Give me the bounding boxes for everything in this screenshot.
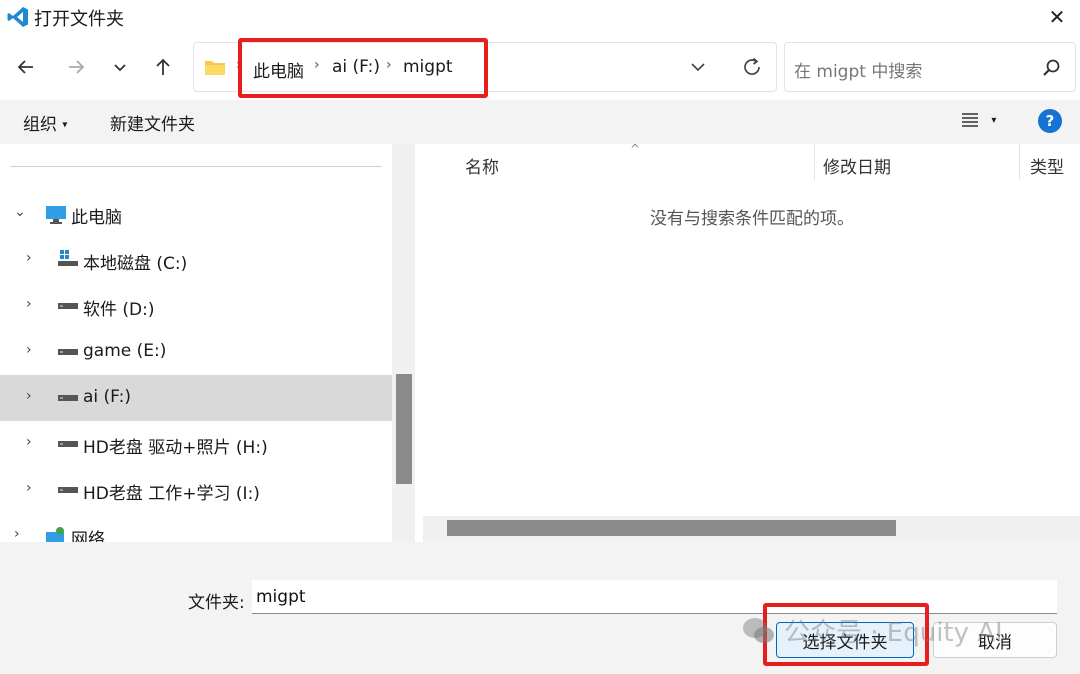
folder-label: 文件夹: bbox=[188, 593, 245, 613]
up-button[interactable] bbox=[146, 50, 180, 84]
view-options-button[interactable]: ▾ bbox=[960, 110, 996, 130]
tree-item-label: game (E:) bbox=[83, 341, 167, 361]
back-button[interactable] bbox=[9, 50, 43, 84]
organize-label: 组织 bbox=[23, 115, 57, 135]
help-button[interactable]: ? bbox=[1038, 109, 1062, 133]
refresh-icon[interactable] bbox=[740, 55, 764, 79]
pane-divider bbox=[10, 166, 382, 167]
chevron-right-icon[interactable]: › bbox=[26, 388, 32, 404]
column-header-type[interactable]: 类型 bbox=[1030, 153, 1064, 178]
tree-item-drive-h[interactable]: › HD老盘 驱动+照片 (H:) bbox=[0, 421, 392, 467]
tree-item-label: ai (F:) bbox=[83, 387, 131, 407]
title-bar: 打开文件夹 ✕ bbox=[0, 0, 1080, 34]
forward-button[interactable] bbox=[59, 50, 93, 84]
search-placeholder: 在 migpt 中搜索 bbox=[794, 62, 923, 82]
tree-item-label: HD老盘 驱动+照片 (H:) bbox=[83, 438, 268, 458]
tree-item-drive-c[interactable]: › 本地磁盘 (C:) bbox=[0, 237, 392, 283]
highlight-box-address bbox=[238, 38, 488, 98]
new-folder-button[interactable]: 新建文件夹 bbox=[110, 110, 195, 135]
navigation-pane: ⌄ 此电脑 › 本地磁盘 (C:) › 软件 (D:) › game (E:) … bbox=[0, 144, 415, 542]
chevron-right-icon[interactable]: › bbox=[26, 434, 32, 450]
tree-item-drive-d[interactable]: › 软件 (D:) bbox=[0, 283, 392, 329]
tree-item-this-pc[interactable]: ⌄ 此电脑 bbox=[0, 191, 392, 237]
tree-item-label: 软件 (D:) bbox=[83, 300, 155, 320]
tree-item-drive-e[interactable]: › game (E:) bbox=[0, 329, 392, 375]
windows-drive-icon bbox=[58, 250, 78, 266]
help-icon: ? bbox=[1045, 112, 1055, 130]
tree-item-label: HD老盘 工作+学习 (I:) bbox=[83, 484, 260, 504]
chevron-right-icon[interactable]: › bbox=[26, 250, 32, 266]
drive-icon bbox=[58, 303, 78, 309]
column-separator[interactable] bbox=[1019, 144, 1020, 180]
drive-icon bbox=[58, 441, 78, 447]
tree-item-label: 本地磁盘 (C:) bbox=[83, 254, 188, 274]
highlight-box-select bbox=[763, 603, 929, 666]
chevron-right-icon[interactable]: › bbox=[26, 342, 32, 358]
arrow-right-icon bbox=[69, 60, 85, 74]
caret-down-icon: ▾ bbox=[62, 119, 68, 131]
chevron-right-icon[interactable]: › bbox=[14, 526, 20, 542]
list-view-icon bbox=[962, 113, 978, 127]
tree-item-network[interactable]: › 网络 bbox=[0, 513, 392, 542]
sort-up-icon: ^ bbox=[630, 142, 641, 156]
computer-icon bbox=[46, 206, 66, 224]
network-icon bbox=[46, 527, 64, 542]
chevron-right-icon[interactable]: › bbox=[26, 296, 32, 312]
window-title: 打开文件夹 bbox=[34, 9, 124, 30]
search-icon bbox=[1043, 59, 1060, 76]
drive-icon bbox=[58, 395, 78, 401]
vscode-icon bbox=[7, 7, 28, 27]
caret-down-icon: ▾ bbox=[991, 114, 997, 126]
close-button[interactable]: ✕ bbox=[1034, 0, 1080, 34]
drive-icon bbox=[58, 349, 78, 355]
empty-message: 没有与搜索条件匹配的项。 bbox=[650, 209, 854, 229]
tree-item-label: 此电脑 bbox=[71, 208, 122, 228]
chevron-down-icon bbox=[114, 64, 126, 72]
search-box[interactable]: 在 migpt 中搜索 bbox=[784, 42, 1076, 92]
drive-icon bbox=[58, 487, 78, 493]
command-bar: 组织 ▾ 新建文件夹 ▾ ? bbox=[0, 100, 1080, 144]
folder-icon bbox=[205, 61, 225, 75]
column-header-date[interactable]: 修改日期 bbox=[823, 153, 891, 178]
file-list: ^ 名称 修改日期 类型 没有与搜索条件匹配的项。 bbox=[420, 142, 1080, 542]
cancel-button[interactable]: 取消 bbox=[933, 622, 1057, 658]
vertical-scrollbar-thumb[interactable] bbox=[396, 374, 412, 484]
tree-item-drive-i[interactable]: › HD老盘 工作+学习 (I:) bbox=[0, 467, 392, 513]
chevron-right-icon[interactable]: › bbox=[26, 480, 32, 496]
column-header-name[interactable]: 名称 bbox=[465, 153, 499, 178]
horizontal-scrollbar-thumb[interactable] bbox=[447, 520, 896, 536]
arrow-up-icon bbox=[156, 58, 170, 75]
folder-name-input[interactable] bbox=[252, 580, 1057, 614]
address-dropdown-icon[interactable] bbox=[690, 59, 706, 75]
chevron-down-icon[interactable]: ⌄ bbox=[14, 204, 26, 220]
recent-locations-button[interactable] bbox=[103, 50, 137, 84]
tree-item-label: 网络 bbox=[71, 530, 105, 542]
organize-button[interactable]: 组织 ▾ bbox=[23, 110, 67, 135]
close-icon: ✕ bbox=[1048, 5, 1066, 29]
arrow-left-icon bbox=[17, 60, 33, 74]
navigation-bar: › 此电脑 › ai (F:) › migpt 在 migpt 中搜索 bbox=[0, 34, 1080, 100]
tree-item-drive-f[interactable]: › ai (F:) bbox=[0, 375, 392, 421]
column-separator[interactable] bbox=[814, 144, 815, 180]
